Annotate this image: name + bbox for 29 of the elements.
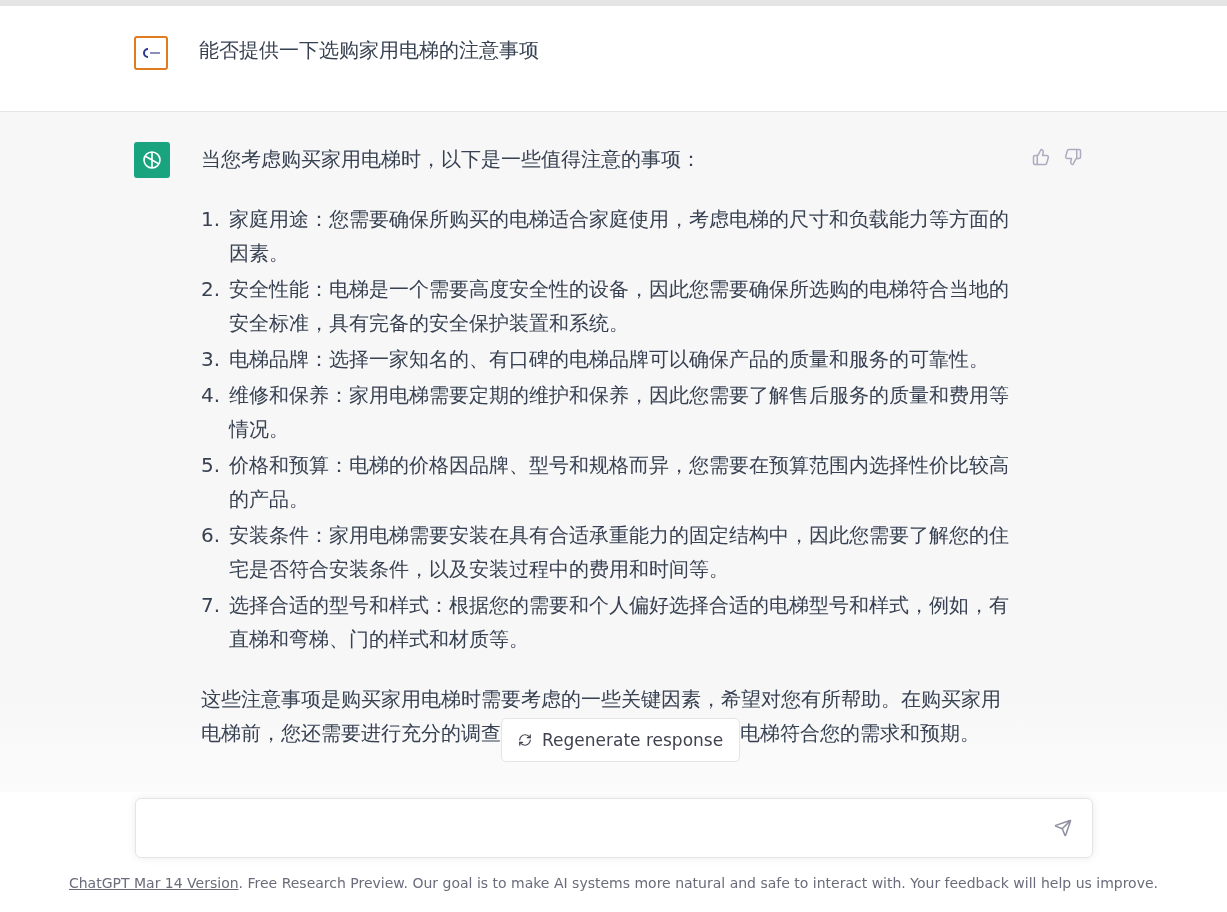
list-item-text: 电梯品牌：选择一家知名的、有口碑的电梯品牌可以确保产品的质量和服务的可靠性。: [229, 346, 989, 373]
closing-paragraph-fragment: 电梯前，您还需要进行充分的调查: [201, 720, 501, 747]
assistant-logo-icon: [140, 148, 164, 172]
thumbs-down-icon[interactable]: [1064, 148, 1082, 166]
send-icon[interactable]: [1053, 819, 1072, 837]
version-link[interactable]: ChatGPT Mar 14 Version: [68, 875, 239, 891]
user-message: 能否提供一下选购家用电梯的注意事项: [199, 37, 539, 64]
closing-paragraph-fragment: 电梯符合您的需求和预期。: [740, 720, 981, 747]
response-intro: 当您考虑购买家用电梯时，以下是一些值得注意的事项：: [201, 146, 702, 173]
list-item-text: 家庭用途：您需要确保所购买的电梯适合家庭使用，考虑电梯的尺寸和负载能力等方面的因素。: [229, 206, 1010, 267]
message-input-field[interactable]: [134, 798, 1093, 858]
list-number: 7.: [201, 592, 222, 619]
list-number: 4.: [201, 382, 222, 409]
closing-paragraph-line: 这些注意事项是购买家用电梯时需要考虑的一些关键因素，希望对您有所帮助。在购买家用: [201, 686, 1002, 713]
list-item-text: 维修和保养：家用电梯需要定期的维护和保养，因此您需要了解售后服务的质量和费用等情况。: [229, 382, 1010, 443]
list-item-text: 选择合适的型号和样式：根据您的需要和个人偏好选择合适的电梯型号和样式，例如，有直梯和弯梯、门的样式和材质等。: [229, 592, 1010, 653]
list-number: 6.: [201, 522, 222, 549]
list-number: 1.: [201, 206, 222, 233]
list-item-text: 价格和预算：电梯的价格因品牌、型号和规格而异，您需要在预算范围内选择性价比较高的产品。: [229, 452, 1010, 513]
list-item-text: 安全性能：电梯是一个需要高度安全性的设备，因此您需要确保所选购的电梯符合当地的安全标准，具有完备的安全保护装置和系统。: [229, 276, 1010, 337]
logo-icon: [141, 48, 161, 58]
list-number: 3.: [201, 346, 222, 373]
list-item-text: 安装条件：家用电梯需要安装在具有合适承重能力的固定结构中，因此您需要了解您的住宅是否符合安装条件，以及安装过程中的费用和时间等。: [229, 522, 1010, 583]
refresh-icon: [518, 733, 532, 747]
footer-text: . Free Research Preview. Our goal is to make AI systems more natural and safe to interact with. Your feedback will help us improve.: [238, 875, 1159, 891]
regenerate-response-button[interactable]: Regenerate response: [501, 718, 741, 762]
list-number: 5.: [201, 452, 222, 479]
thumbs-up-icon[interactable]: [1032, 148, 1050, 166]
list-number: 2.: [201, 276, 222, 303]
